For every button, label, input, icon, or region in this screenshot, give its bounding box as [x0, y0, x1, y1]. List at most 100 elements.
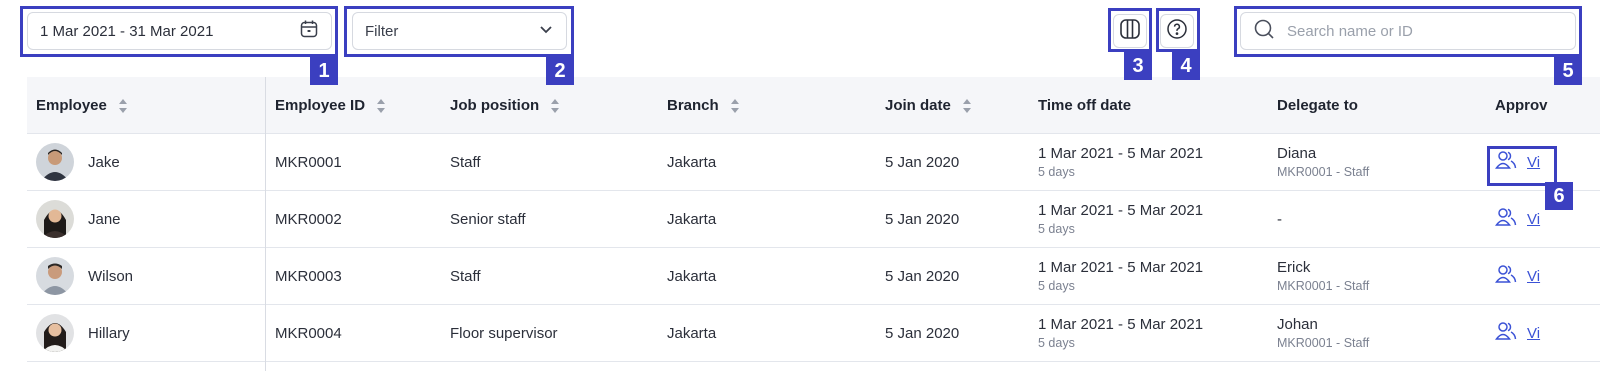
- delegate-cell: Diana MKR0001 - Staff: [1277, 134, 1369, 190]
- employee-cell: Jane: [36, 191, 121, 247]
- annotation-box-6: [1487, 146, 1557, 186]
- join-date: 5 Jan 2020: [885, 267, 960, 285]
- column-header-job-position[interactable]: Job position: [450, 77, 560, 134]
- table-row[interactable]: Jane MKR0002 Senior staff Jakarta 5 Jan …: [27, 191, 1600, 248]
- view-approval-link[interactable]: Vi: [1495, 305, 1540, 361]
- employee-name: Jake: [88, 153, 120, 171]
- avatar: [36, 257, 74, 295]
- column-header-join-date[interactable]: Join date: [885, 77, 971, 134]
- avatar: [36, 314, 74, 352]
- users-icon: [1495, 264, 1517, 288]
- time-off-days: 5 days: [1038, 222, 1075, 236]
- table-row[interactable]: Wilson MKR0003 Staff Jakarta 5 Jan 2020 …: [27, 248, 1600, 305]
- job-position: Senior staff: [450, 210, 526, 228]
- time-off-cell: 1 Mar 2021 - 5 Mar 2021 5 days: [1038, 191, 1203, 247]
- delegate-name: Diana: [1277, 145, 1317, 162]
- branch: Jakarta: [667, 267, 717, 285]
- delegate-name: Erick: [1277, 259, 1311, 276]
- employee-cell: Jake: [36, 134, 120, 190]
- annotation-badge-6: 6: [1545, 182, 1573, 210]
- view-link-text[interactable]: Vi: [1527, 268, 1540, 285]
- annotation-badge-2: 2: [546, 57, 574, 85]
- employee-name: Wilson: [88, 267, 134, 285]
- column-header-label: Time off date: [1038, 97, 1132, 114]
- annotation-box-4: [1156, 8, 1200, 52]
- view-link-text[interactable]: Vi: [1527, 325, 1540, 342]
- delegate-detail: MKR0001 - Staff: [1277, 336, 1370, 350]
- users-icon: [1495, 321, 1517, 345]
- column-divider: [265, 77, 266, 371]
- column-header-employee[interactable]: Employee: [36, 77, 127, 134]
- time-off-days: 5 days: [1038, 165, 1075, 179]
- annotation-box-2: [344, 6, 574, 57]
- delegate-cell: Johan MKR0001 - Staff: [1277, 305, 1369, 361]
- users-icon: [1495, 207, 1517, 231]
- branch: Jakarta: [667, 324, 717, 342]
- time-off-range: 1 Mar 2021 - 5 Mar 2021: [1038, 145, 1204, 162]
- view-approval-link[interactable]: Vi: [1495, 191, 1540, 247]
- annotation-box-5: [1234, 6, 1582, 57]
- time-off-range: 1 Mar 2021 - 5 Mar 2021: [1038, 259, 1204, 276]
- employee-id: MKR0004: [275, 324, 342, 342]
- table-row[interactable]: Jake MKR0001 Staff Jakarta 5 Jan 2020 1 …: [27, 134, 1600, 191]
- sort-icon[interactable]: [118, 98, 127, 113]
- employee-name: Hillary: [88, 324, 130, 342]
- annotation-box-1: [20, 6, 338, 57]
- column-header-label: Employee ID: [275, 97, 366, 114]
- table-header: Employee Employee ID Job position Branch…: [27, 77, 1600, 134]
- employee-name: Jane: [88, 210, 121, 228]
- sort-icon[interactable]: [551, 98, 560, 113]
- annotation-badge-3: 3: [1124, 52, 1152, 80]
- employee-cell: Wilson: [36, 248, 133, 304]
- column-header-employee-id[interactable]: Employee ID: [275, 77, 386, 134]
- annotation-badge-5: 5: [1554, 57, 1582, 85]
- table-row[interactable]: Hillary MKR0004 Floor supervisor Jakarta…: [27, 305, 1600, 362]
- employee-id: MKR0001: [275, 153, 342, 171]
- employee-id: MKR0002: [275, 210, 342, 228]
- avatar: [36, 200, 74, 238]
- join-date: 5 Jan 2020: [885, 153, 960, 171]
- job-position: Staff: [450, 153, 481, 171]
- sort-icon[interactable]: [730, 98, 739, 113]
- time-off-days: 5 days: [1038, 279, 1075, 293]
- time-off-range: 1 Mar 2021 - 5 Mar 2021: [1038, 202, 1204, 219]
- time-off-cell: 1 Mar 2021 - 5 Mar 2021 5 days: [1038, 248, 1203, 304]
- avatar: [36, 143, 74, 181]
- time-off-table: Employee Employee ID Job position Branch…: [27, 77, 1600, 371]
- delegate-cell: Erick MKR0001 - Staff: [1277, 248, 1369, 304]
- delegate-cell: -: [1277, 191, 1282, 247]
- view-approval-link[interactable]: Vi: [1495, 248, 1540, 304]
- column-header-label: Delegate to: [1277, 97, 1358, 114]
- delegate-detail: MKR0001 - Staff: [1277, 279, 1370, 293]
- employee-id: MKR0003: [275, 267, 342, 285]
- view-link-text[interactable]: Vi: [1527, 211, 1540, 228]
- column-header-label: Branch: [667, 97, 719, 114]
- branch: Jakarta: [667, 210, 717, 228]
- annotation-badge-1: 1: [310, 57, 338, 85]
- time-off-range: 1 Mar 2021 - 5 Mar 2021: [1038, 316, 1204, 333]
- time-off-cell: 1 Mar 2021 - 5 Mar 2021 5 days: [1038, 134, 1203, 190]
- delegate-name: -: [1277, 210, 1282, 228]
- annotation-badge-4: 4: [1172, 52, 1200, 80]
- sort-icon[interactable]: [377, 98, 386, 113]
- annotation-box-3: [1108, 8, 1152, 52]
- column-header-branch[interactable]: Branch: [667, 77, 739, 134]
- sort-icon[interactable]: [962, 98, 971, 113]
- delegate-detail: MKR0001 - Staff: [1277, 165, 1370, 179]
- join-date: 5 Jan 2020: [885, 324, 960, 342]
- join-date: 5 Jan 2020: [885, 210, 960, 228]
- delegate-name: Johan: [1277, 316, 1318, 333]
- column-header-label: Approv: [1495, 97, 1548, 114]
- column-header-approval: Approv: [1495, 77, 1548, 134]
- time-off-cell: 1 Mar 2021 - 5 Mar 2021 5 days: [1038, 305, 1203, 361]
- job-position: Staff: [450, 267, 481, 285]
- employee-cell: Hillary: [36, 305, 130, 361]
- column-header-time-off-date: Time off date: [1038, 77, 1131, 134]
- column-header-label: Job position: [450, 97, 540, 114]
- column-header-label: Join date: [885, 97, 951, 114]
- branch: Jakarta: [667, 153, 717, 171]
- column-header-label: Employee: [36, 97, 107, 114]
- job-position: Floor supervisor: [450, 324, 558, 342]
- time-off-days: 5 days: [1038, 336, 1075, 350]
- column-header-delegate-to: Delegate to: [1277, 77, 1358, 134]
